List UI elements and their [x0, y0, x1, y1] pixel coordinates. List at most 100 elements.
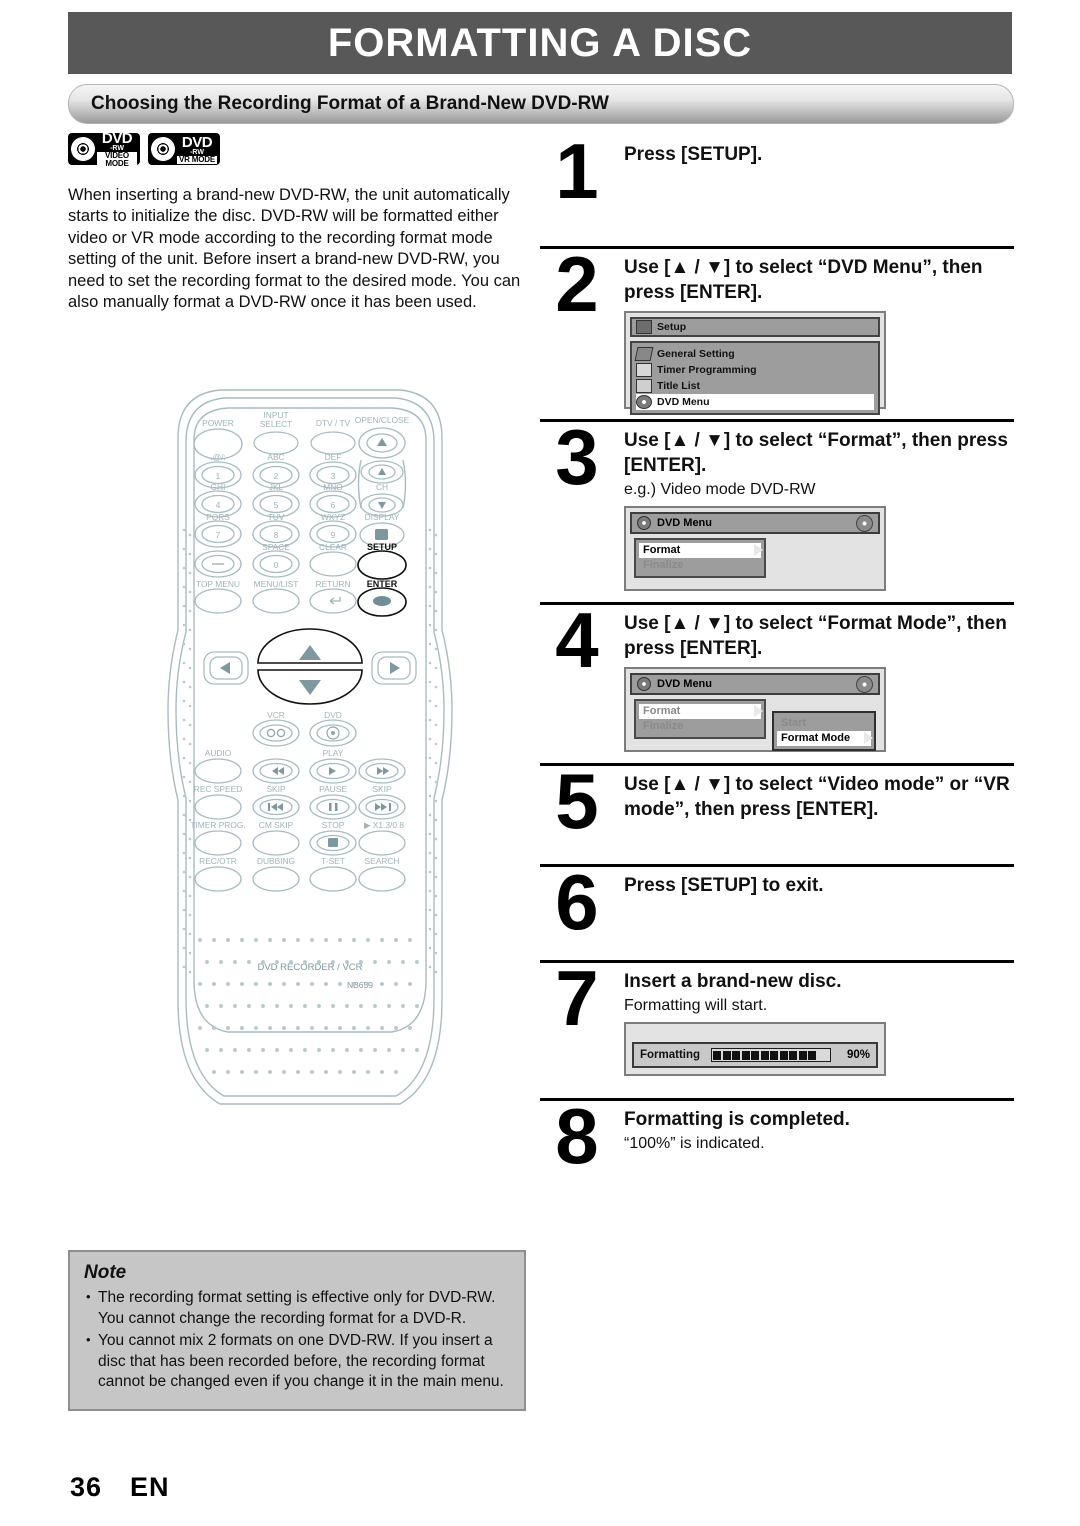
step-6-number: 6 — [555, 858, 599, 946]
key-1-label: 1 — [216, 471, 221, 481]
logo-line1: DVD — [101, 129, 133, 147]
osd-submenu-item-label: Format Mode — [781, 732, 851, 744]
grid-icon — [636, 363, 652, 377]
note-box: Note The recording format setting is eff… — [68, 1250, 526, 1411]
label-menu-list: MENU/LIST — [254, 579, 299, 589]
dvd-rw-video-mode-logo: DVD -RW VIDEO MODE — [67, 129, 140, 168]
step-3-number: 3 — [555, 413, 599, 501]
step-1-heading: Press [SETUP]. — [624, 144, 763, 165]
label-key2-chars: ABC — [267, 452, 284, 462]
key-7-label: 7 — [216, 530, 221, 540]
key-4-label: 4 — [216, 500, 221, 510]
label-cm-skip: CM SKIP — [259, 820, 294, 830]
label-speed: ▶ X1.3/0.8 — [364, 820, 404, 830]
logo-line3: VIDEO MODE — [97, 151, 137, 168]
osd-item-timer-programming[interactable]: Timer Programming — [636, 362, 874, 378]
step-3-heading: Use [▲ / ▼] to select “Format”, then pre… — [624, 430, 1008, 476]
osd-menu-item-format[interactable]: Format — [639, 704, 763, 719]
label-dtv-tv: DTV / TV — [316, 418, 351, 428]
step-8-number: 8 — [555, 1092, 599, 1180]
note-item: The recording format setting is effectiv… — [84, 1287, 510, 1329]
label-open-close: OPEN/CLOSE — [355, 415, 410, 425]
label-play: PLAY — [323, 748, 344, 758]
label-ch: CH — [376, 482, 388, 492]
osd-setup-titlebar: Setup — [630, 317, 880, 337]
label-skip-prev: SKIP — [266, 784, 285, 794]
progress-track — [711, 1048, 831, 1062]
step-2-number: 2 — [555, 240, 599, 328]
page-language: EN — [130, 1472, 170, 1502]
step-1: 1 Press [SETUP]. — [540, 128, 1014, 246]
osd-item-label: DVD Menu — [657, 396, 710, 408]
step-4-heading: Use [▲ / ▼] to select “Format Mode”, the… — [624, 613, 1007, 659]
section-subtitle: Choosing the Recording Format of a Brand… — [91, 93, 609, 114]
osd-format-menu: Format Finalize — [634, 538, 766, 578]
step-8-note: “100%” is indicated. — [624, 1135, 765, 1152]
osd-item-general-setting[interactable]: General Setting — [634, 346, 874, 362]
label-audio: AUDIO — [205, 748, 232, 758]
key-9-label: 9 — [331, 530, 336, 540]
osd-dvdmenu-title: DVD Menu — [657, 678, 712, 690]
label-rec-speed: REC SPEED — [194, 784, 242, 794]
label-search: SEARCH — [365, 856, 400, 866]
disc-icon — [67, 133, 99, 165]
setup-icon — [636, 320, 652, 334]
disc-icon — [147, 133, 179, 165]
label-dvd: DVD — [324, 710, 342, 720]
osd-setup-items: General Setting Timer Programming Title … — [630, 341, 880, 415]
label-stop: STOP — [322, 820, 345, 830]
list-icon — [636, 379, 652, 393]
osd-item-title-list[interactable]: Title List — [636, 378, 874, 394]
label-display: DISPLAY — [365, 512, 400, 522]
osd-dvd-menu-format-mode: DVD Menu Format Finalize Start Format Mo… — [624, 667, 886, 752]
osd-submenu-item-start[interactable]: Start — [777, 716, 871, 731]
key-2-label: 2 — [274, 471, 279, 481]
step-7-heading: Insert a brand-new disc. — [624, 971, 842, 992]
label-top-menu: TOP MENU — [196, 579, 240, 589]
step-7-note: Formatting will start. — [624, 997, 768, 1014]
label-pause: PAUSE — [319, 784, 347, 794]
label-t-set: T-SET — [321, 856, 345, 866]
osd-menu-item-finalize[interactable]: Finalize — [639, 719, 761, 734]
chevron-right-icon — [754, 544, 763, 556]
key-5-label: 5 — [274, 500, 279, 510]
osd-dvdmenu-title: DVD Menu — [657, 517, 712, 529]
osd-menu-item-label: Format — [643, 544, 681, 556]
remote-control-illustration: .ol{fill:none;stroke:#a7bcc1;stroke-widt… — [160, 380, 460, 1140]
wrench-icon — [634, 347, 654, 361]
step-7: 7 Insert a brand-new disc. Formatting wi… — [540, 955, 1014, 1098]
disc-status-icon — [856, 675, 873, 693]
osd-setup-menu: Setup General Setting Timer Programming … — [624, 311, 886, 415]
chevron-right-icon — [754, 705, 763, 717]
osd-menu-item-finalize[interactable]: Finalize — [639, 558, 761, 573]
progress-label: Formatting — [640, 1049, 701, 1061]
page-title-bar: FORMATTING A DISC — [68, 12, 1012, 74]
key-0-label: 0 — [274, 560, 279, 570]
label-skip-next: SKIP — [372, 784, 391, 794]
osd-formatting-progress: Formatting 90% — [624, 1022, 886, 1076]
osd-item-label: General Setting — [657, 348, 735, 360]
label-clear: CLEAR — [319, 542, 347, 552]
step-6-heading: Press [SETUP] to exit. — [624, 875, 824, 896]
chevron-right-icon — [864, 732, 873, 744]
step-1-number: 1 — [555, 127, 599, 215]
intro-paragraph: When inserting a brand-new DVD-RW, the u… — [68, 185, 521, 312]
progress-bar-container: Formatting 90% — [632, 1042, 878, 1068]
key-8-label: 8 — [274, 530, 279, 540]
steps-list: 1 Press [SETUP]. 2 Use [▲ / ▼] to select… — [540, 128, 1014, 1201]
osd-menu-item-format[interactable]: Format — [639, 543, 763, 558]
osd-submenu-item-format-mode[interactable]: Format Mode — [777, 731, 873, 746]
page-title: FORMATTING A DISC — [327, 20, 753, 65]
step-8: 8 Formatting is completed. “100%” is ind… — [540, 1093, 1014, 1201]
logo-line3: VR MODE — [177, 155, 217, 164]
label-dubbing: DUBBING — [257, 856, 295, 866]
progress-percent: 90% — [846, 1049, 870, 1061]
page-number: 36 — [70, 1472, 103, 1502]
disc-status-icon — [856, 514, 873, 532]
page-footer: 36 EN — [70, 1472, 170, 1503]
osd-item-dvd-menu[interactable]: DVD Menu — [636, 394, 874, 410]
step-7-number: 7 — [555, 954, 599, 1042]
label-vcr: VCR — [267, 710, 285, 720]
label-return: RETURN — [316, 579, 351, 589]
step-4-number: 4 — [555, 596, 599, 684]
